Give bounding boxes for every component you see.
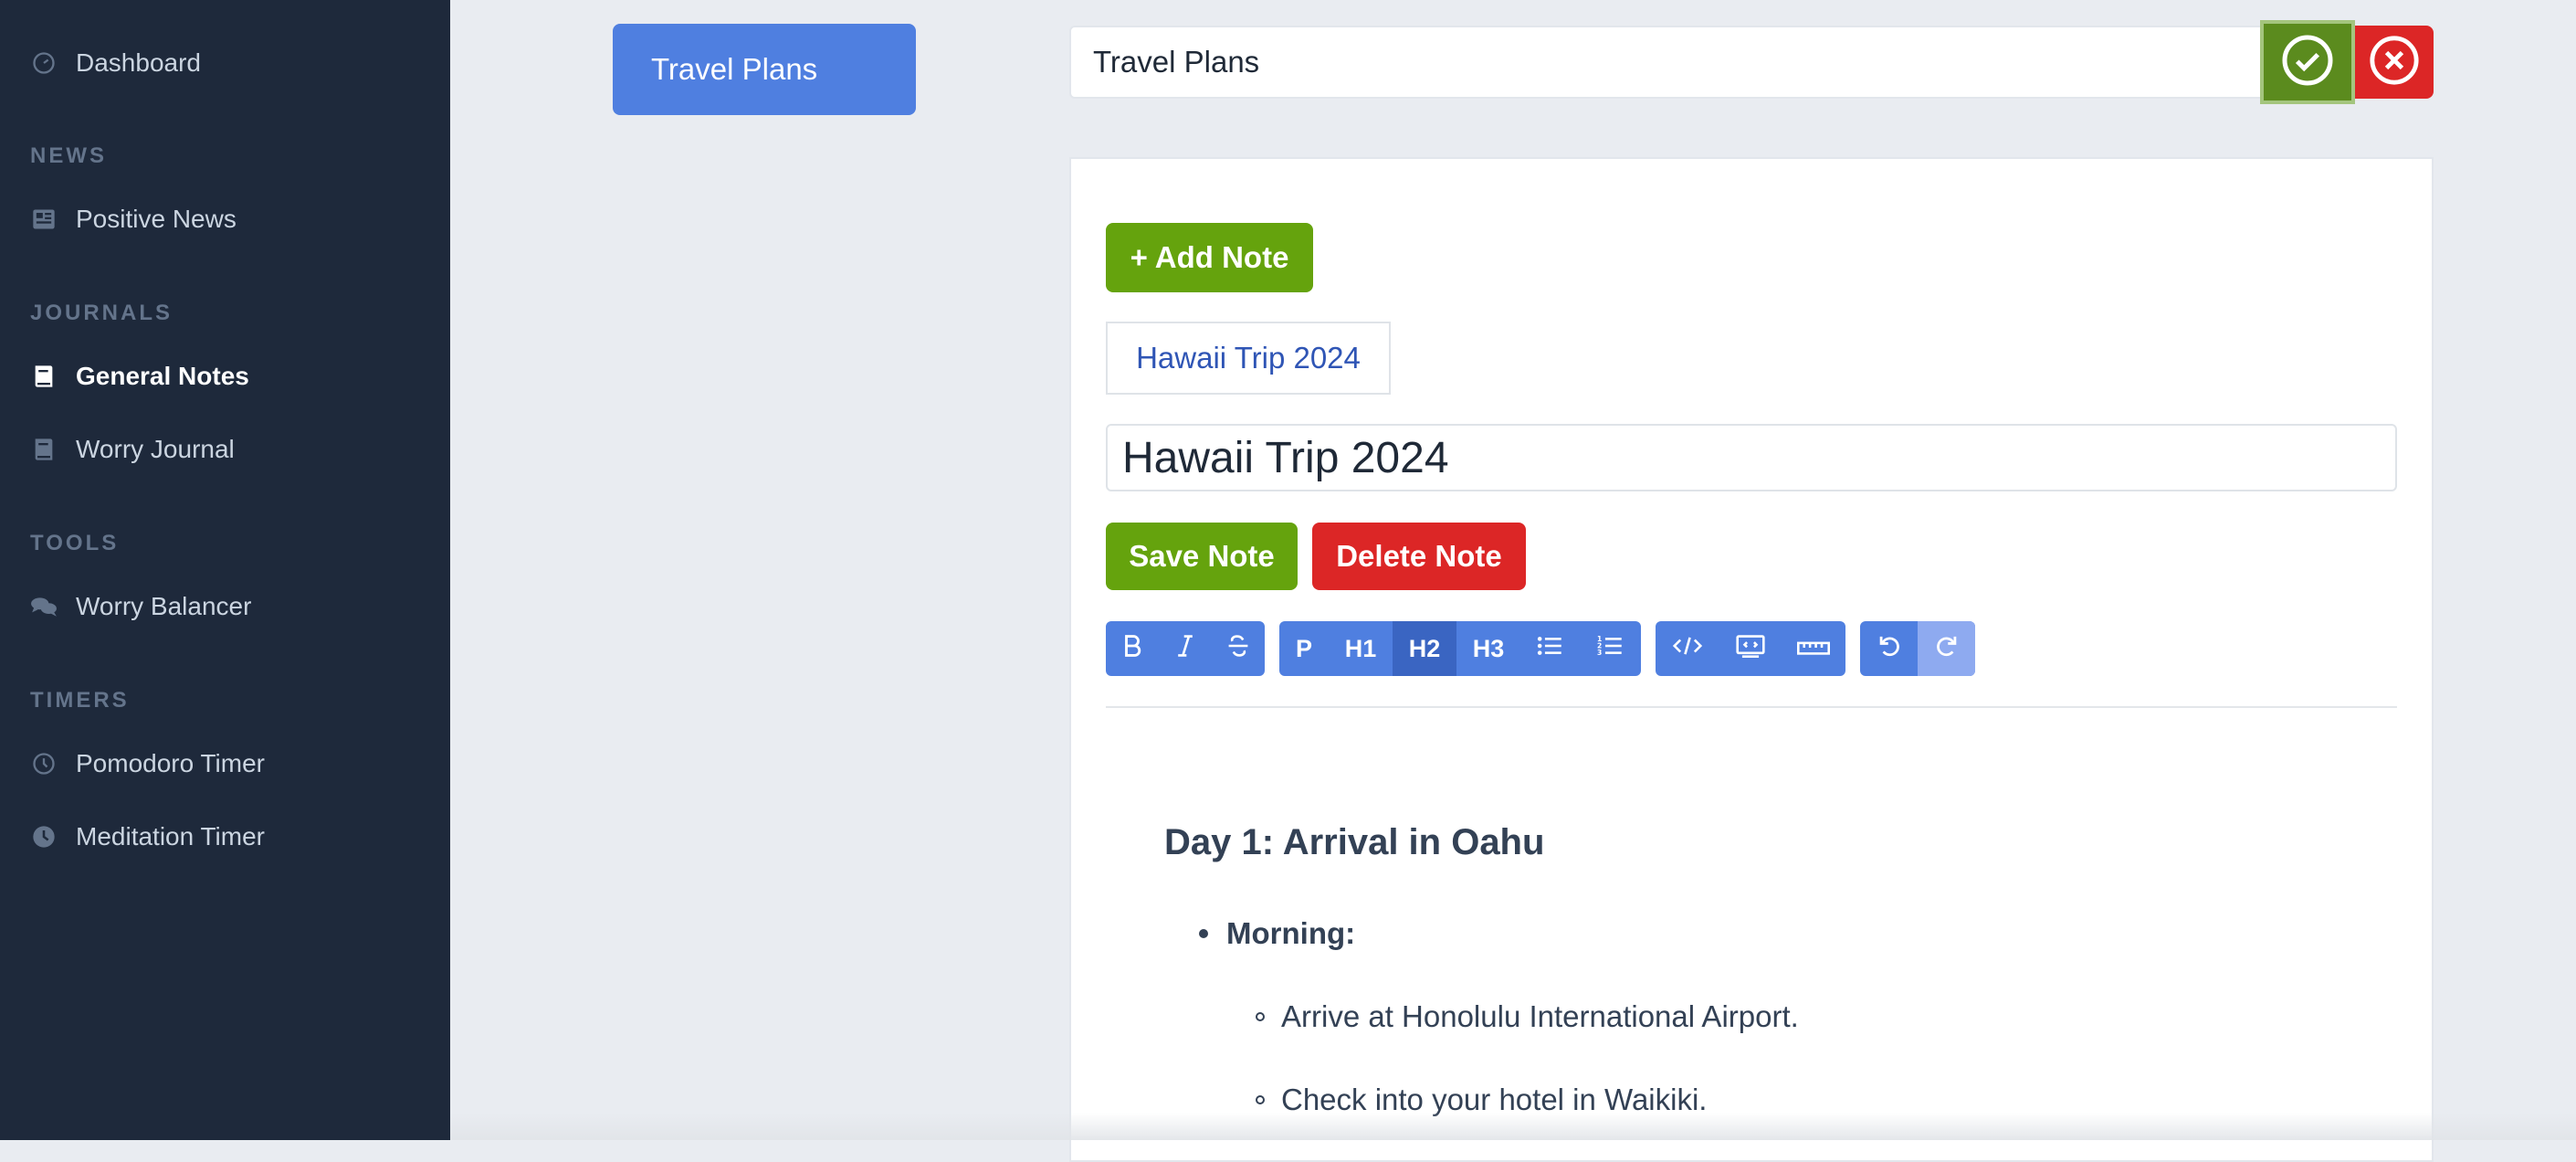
bullet-circle: [1256, 1012, 1265, 1021]
italic-icon: [1175, 634, 1195, 664]
sidebar-item-label: Worry Balancer: [76, 592, 252, 620]
note-chip-hawaii-trip[interactable]: Hawaii Trip 2024: [1106, 322, 1391, 395]
sidebar-item-label: Meditation Timer: [76, 822, 265, 850]
section-label-news: NEWS: [30, 143, 107, 168]
section-label-timers: TIMERS: [30, 688, 130, 713]
toolbar-group-format: [1106, 621, 1265, 676]
clock-icon: [30, 750, 58, 777]
book-icon: [30, 436, 58, 463]
close-circle-icon: [2368, 34, 2421, 91]
ruler-icon: [1797, 635, 1830, 663]
undo-button[interactable]: [1860, 621, 1918, 676]
undo-icon: [1877, 633, 1902, 665]
sidebar-item-label: Positive News: [76, 205, 237, 233]
heading1-button[interactable]: H1: [1329, 621, 1393, 676]
book-icon: [30, 363, 58, 390]
note-title-input[interactable]: [1106, 424, 2397, 491]
code-block-button[interactable]: [1719, 621, 1782, 676]
strikethrough-button[interactable]: [1212, 621, 1265, 676]
journal-title-input[interactable]: [1069, 26, 2275, 99]
list-item-text: Arrive at Honolulu International Airport…: [1281, 999, 1799, 1033]
code-block-icon: [1735, 634, 1766, 664]
code-icon: [1672, 634, 1703, 664]
horizontal-rule-button[interactable]: [1782, 621, 1845, 676]
check-circle-icon: [2280, 33, 2335, 92]
bullet-list-icon: [1537, 635, 1562, 663]
sidebar-item-worry-balancer[interactable]: Worry Balancer: [30, 585, 251, 629]
bullet-list-button[interactable]: [1520, 621, 1579, 676]
delete-note-button[interactable]: Delete Note: [1312, 523, 1526, 590]
bold-icon: [1122, 634, 1142, 664]
clock-filled-icon: [30, 823, 58, 850]
code-button[interactable]: [1656, 621, 1719, 676]
list-item: Arrive at Honolulu International Airport…: [1256, 999, 1799, 1034]
strikethrough-icon: [1226, 634, 1250, 664]
journal-tab-travel-plans[interactable]: Travel Plans: [613, 24, 916, 115]
section-label-journals: JOURNALS: [30, 301, 173, 325]
document-heading: Day 1: Arrival in Oahu: [1164, 822, 1545, 862]
toolbar-group-history: [1860, 621, 1975, 676]
toolbar-group-insert: [1656, 621, 1845, 676]
italic-button[interactable]: [1159, 621, 1212, 676]
sidebar-item-general-notes[interactable]: General Notes: [30, 354, 249, 398]
section-label-tools: TOOLS: [30, 531, 120, 555]
paragraph-button[interactable]: P: [1279, 621, 1329, 676]
add-note-button[interactable]: + Add Note: [1106, 223, 1313, 292]
confirm-button[interactable]: [2260, 20, 2355, 104]
ordered-list-button[interactable]: 123: [1579, 621, 1641, 676]
comments-icon: [30, 593, 58, 620]
sidebar-item-positive-news[interactable]: Positive News: [30, 197, 237, 241]
sidebar-item-dashboard[interactable]: Dashboard: [30, 41, 201, 85]
heading3-button[interactable]: H3: [1456, 621, 1520, 676]
sidebar: Dashboard NEWS Positive News JOURNALS Ge…: [0, 0, 450, 1140]
sidebar-item-label: Dashboard: [76, 48, 201, 77]
sidebar-item-label: Worry Journal: [76, 435, 235, 463]
toolbar-group-blocks: P H1 H2 H3 123: [1279, 621, 1641, 676]
gauge-icon: [30, 49, 58, 77]
cancel-button[interactable]: [2355, 26, 2434, 99]
svg-text:3: 3: [1597, 649, 1602, 657]
redo-icon: [1934, 633, 1960, 665]
sidebar-item-meditation-timer[interactable]: Meditation Timer: [30, 815, 265, 859]
heading2-button[interactable]: H2: [1393, 621, 1456, 676]
bullet-circle: [1256, 1095, 1265, 1104]
redo-button[interactable]: [1918, 621, 1975, 676]
toolbar-divider: [1106, 706, 2397, 708]
save-note-button[interactable]: Save Note: [1106, 523, 1298, 590]
list-item-text: Morning:: [1226, 916, 1356, 950]
sidebar-item-pomodoro-timer[interactable]: Pomodoro Timer: [30, 742, 265, 786]
bold-button[interactable]: [1106, 621, 1159, 676]
scroll-fade: [450, 1113, 2576, 1140]
ordered-list-icon: 123: [1597, 634, 1623, 664]
sidebar-item-label: General Notes: [76, 362, 249, 390]
bullet-disc: [1199, 929, 1208, 938]
list-item: Morning:: [1199, 916, 1355, 951]
sidebar-item-label: Pomodoro Timer: [76, 749, 265, 777]
sidebar-item-worry-journal[interactable]: Worry Journal: [30, 428, 235, 471]
newspaper-icon: [30, 206, 58, 233]
